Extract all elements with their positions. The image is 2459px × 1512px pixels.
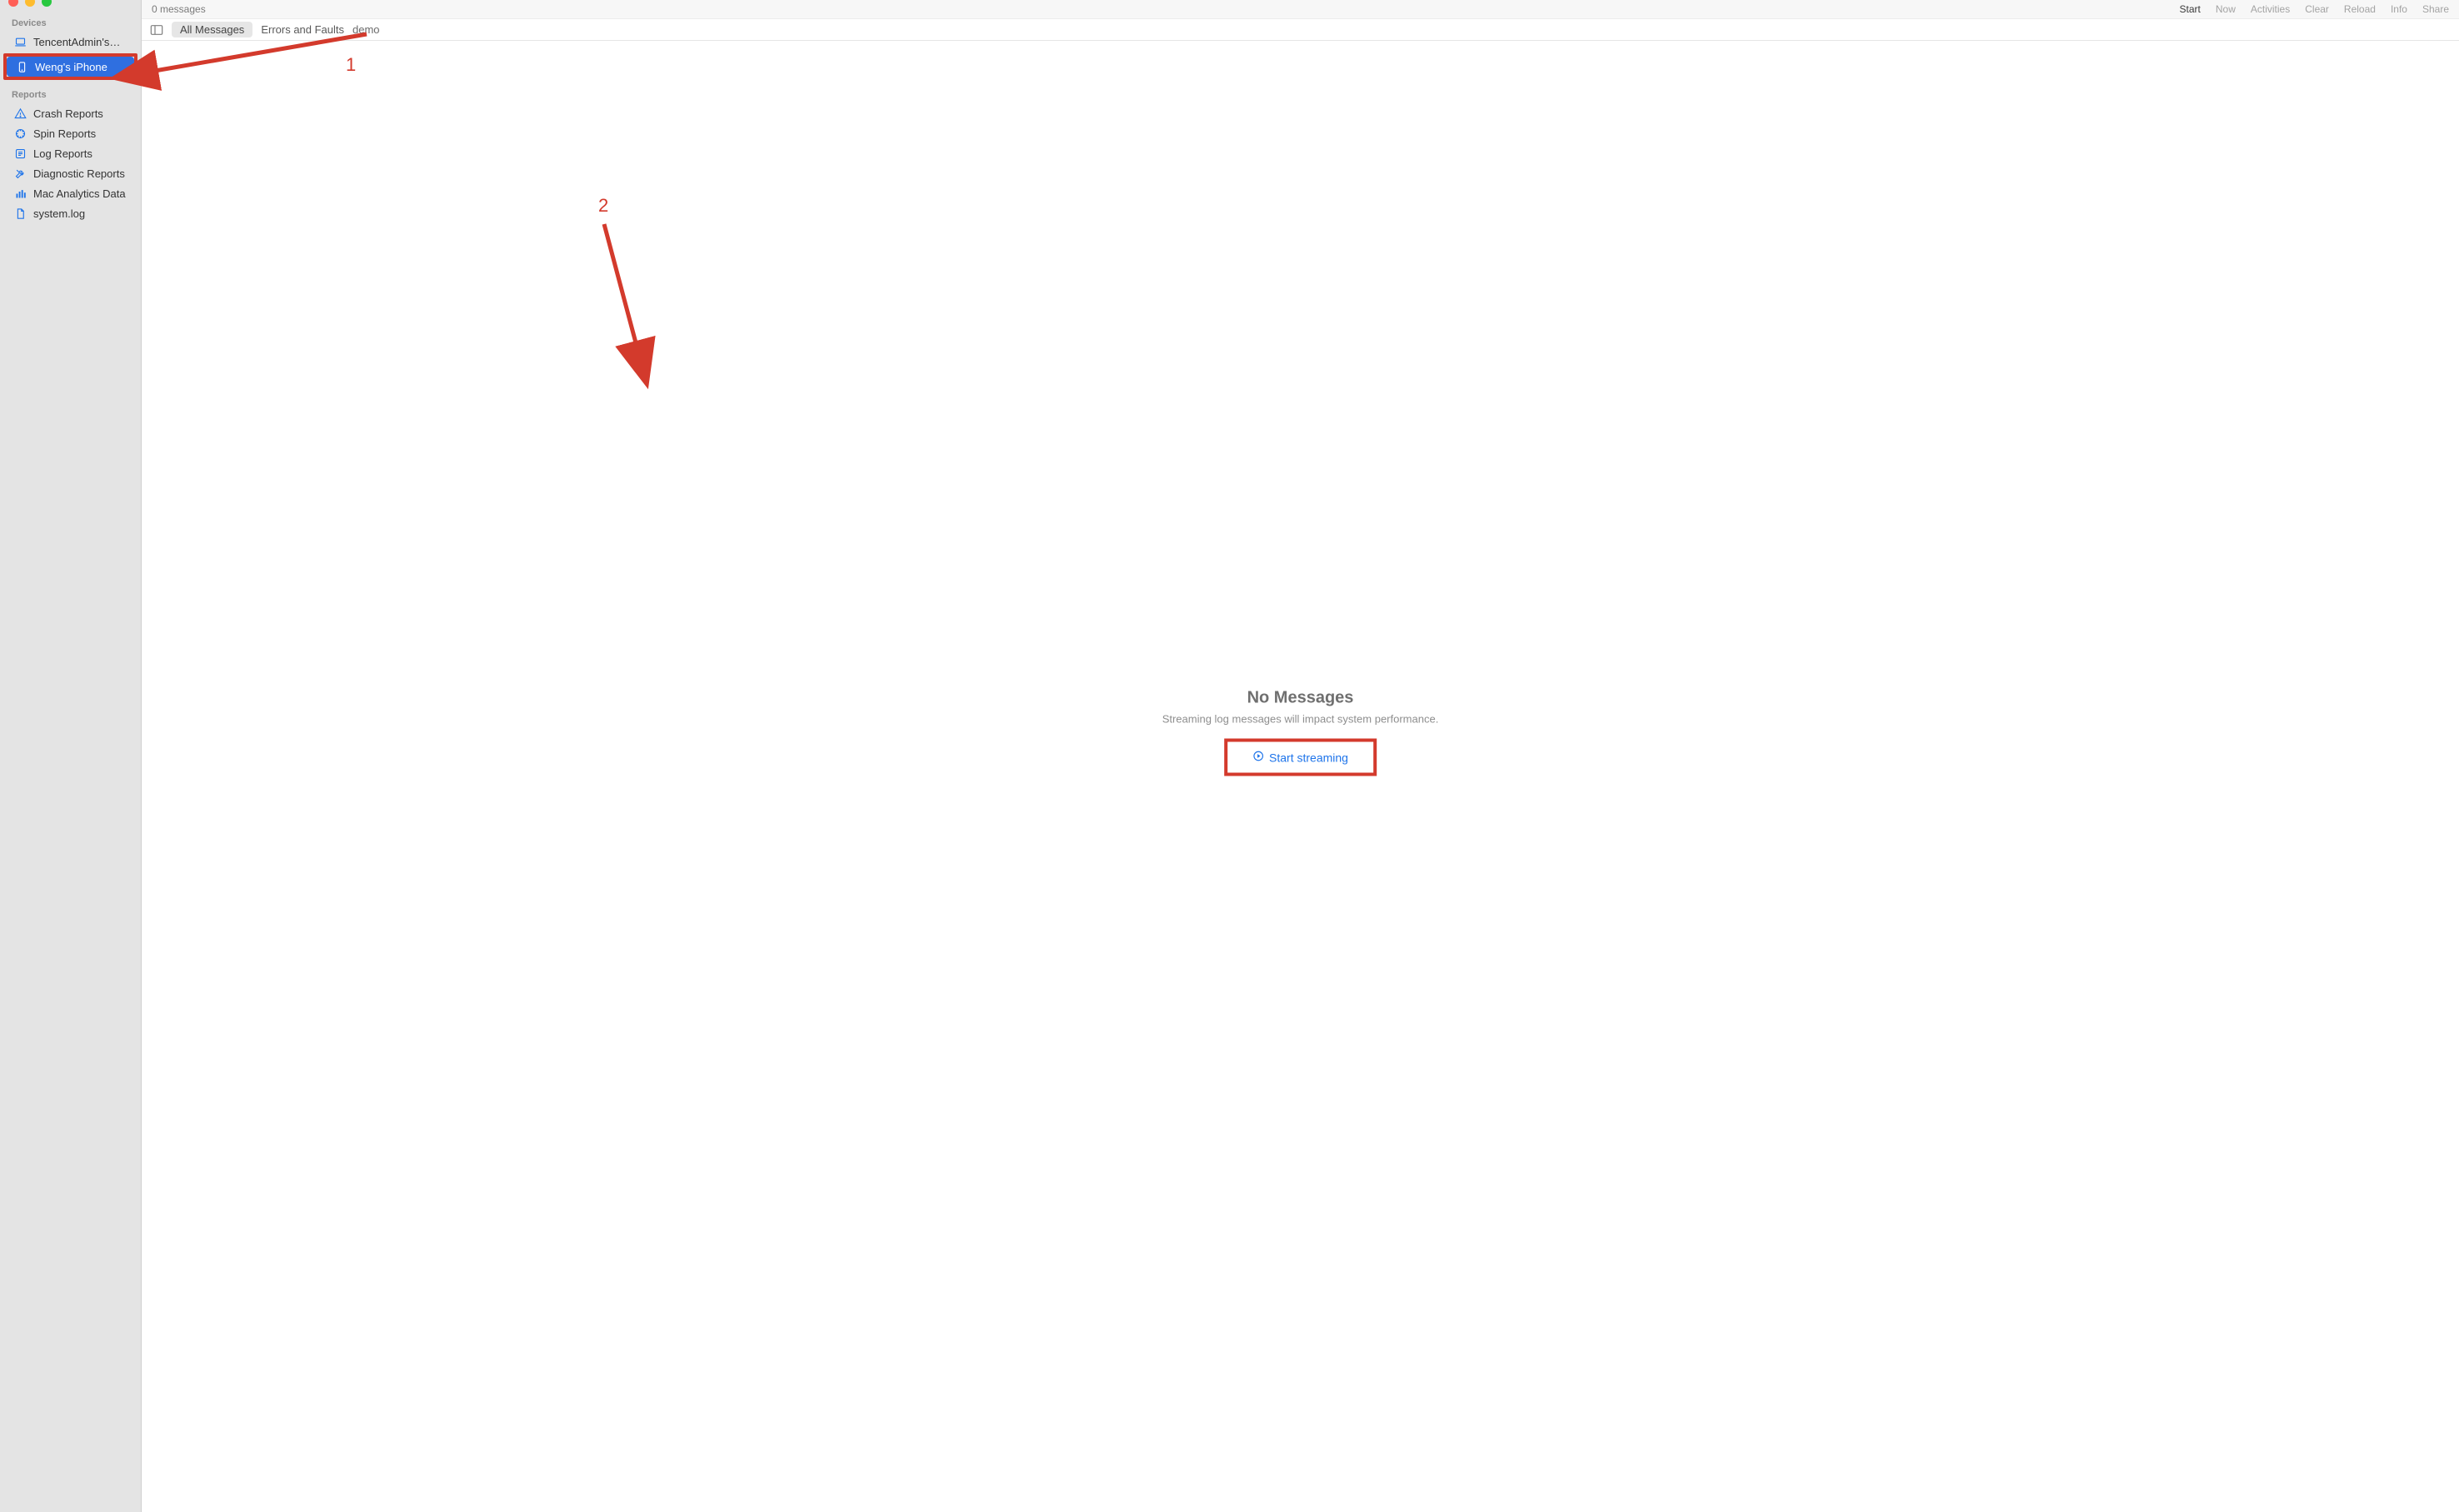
app-window: Devices TencentAdmin's… Weng's iPhone Re… xyxy=(0,0,2459,1512)
sidebar-report-diagnostic[interactable]: Diagnostic Reports xyxy=(5,163,136,183)
minimize-window-button[interactable] xyxy=(25,0,35,7)
empty-state: No Messages Streaming log messages will … xyxy=(1162,689,1439,776)
window-controls xyxy=(0,0,141,10)
sidebar-report-spin[interactable]: Spin Reports xyxy=(5,123,136,143)
play-circle-icon xyxy=(1252,751,1264,765)
document-icon xyxy=(13,207,27,220)
main-pane: 0 messages Start Now Activities Clear Re… xyxy=(142,0,2459,1512)
start-button[interactable]: Start xyxy=(2180,3,2201,15)
sidebar-item-label: TencentAdmin's… xyxy=(33,36,120,48)
empty-title: No Messages xyxy=(1162,689,1439,708)
activities-button[interactable]: Activities xyxy=(2251,3,2290,15)
sidebar-item-label: Mac Analytics Data xyxy=(33,187,126,200)
tab-all-messages[interactable]: All Messages xyxy=(172,22,252,37)
close-window-button[interactable] xyxy=(8,0,18,7)
warning-triangle-icon xyxy=(13,107,27,120)
annotation-highlight-device: Weng's iPhone xyxy=(3,53,137,80)
content-area: No Messages Streaming log messages will … xyxy=(142,41,2459,1512)
sidebar-report-log[interactable]: Log Reports xyxy=(5,143,136,163)
sidebar-report-analytics[interactable]: Mac Analytics Data xyxy=(5,183,136,203)
sidebar-report-systemlog[interactable]: system.log xyxy=(5,203,136,223)
sidebar-section-reports-label: Reports xyxy=(0,82,141,103)
bar-chart-icon xyxy=(13,187,27,200)
sidebar-item-label: Diagnostic Reports xyxy=(33,167,125,180)
spinner-icon xyxy=(13,127,27,140)
clear-button[interactable]: Clear xyxy=(2305,3,2329,15)
sidebar-report-crash[interactable]: Crash Reports xyxy=(5,103,136,123)
info-button[interactable]: Info xyxy=(2391,3,2407,15)
top-toolbar: 0 messages Start Now Activities Clear Re… xyxy=(142,0,2459,18)
annotation-number-1: 1 xyxy=(346,54,356,76)
fullscreen-window-button[interactable] xyxy=(42,0,52,7)
search-term[interactable]: demo xyxy=(352,23,380,36)
sidebar-device-wengs-iphone[interactable]: Weng's iPhone xyxy=(7,57,134,77)
empty-subtitle: Streaming log messages will impact syste… xyxy=(1162,713,1439,726)
start-streaming-label: Start streaming xyxy=(1269,751,1348,764)
sidebar-item-label: Crash Reports xyxy=(33,107,103,120)
sidebar: Devices TencentAdmin's… Weng's iPhone Re… xyxy=(0,0,142,1512)
sidebar-item-label: Spin Reports xyxy=(33,127,96,140)
message-count-label: 0 messages xyxy=(152,3,206,15)
share-button[interactable]: Share xyxy=(2422,3,2449,15)
phone-icon xyxy=(15,60,28,73)
tab-errors-faults[interactable]: Errors and Faults xyxy=(261,23,344,36)
tools-icon xyxy=(13,167,27,180)
filter-bar: All Messages Errors and Faults demo xyxy=(142,18,2459,41)
sidebar-item-label: system.log xyxy=(33,207,85,220)
sidebar-item-label: Weng's iPhone xyxy=(35,61,107,73)
annotation-number-2: 2 xyxy=(598,195,608,217)
sidebar-item-label: Log Reports xyxy=(33,147,92,160)
laptop-icon xyxy=(13,35,27,48)
sidebar-device-tencentadmin[interactable]: TencentAdmin's… xyxy=(5,32,136,52)
reload-button[interactable]: Reload xyxy=(2344,3,2376,15)
list-icon xyxy=(13,147,27,160)
toolbar-actions: Start Now Activities Clear Reload Info S… xyxy=(2180,3,2449,15)
sidebar-toggle-icon[interactable] xyxy=(150,24,163,36)
annotation-highlight-start: Start streaming xyxy=(1224,739,1377,776)
sidebar-section-devices-label: Devices xyxy=(0,10,141,32)
now-button[interactable]: Now xyxy=(2216,3,2236,15)
start-streaming-link[interactable]: Start streaming xyxy=(1252,751,1348,765)
annotation-arrow-2 xyxy=(592,216,675,366)
